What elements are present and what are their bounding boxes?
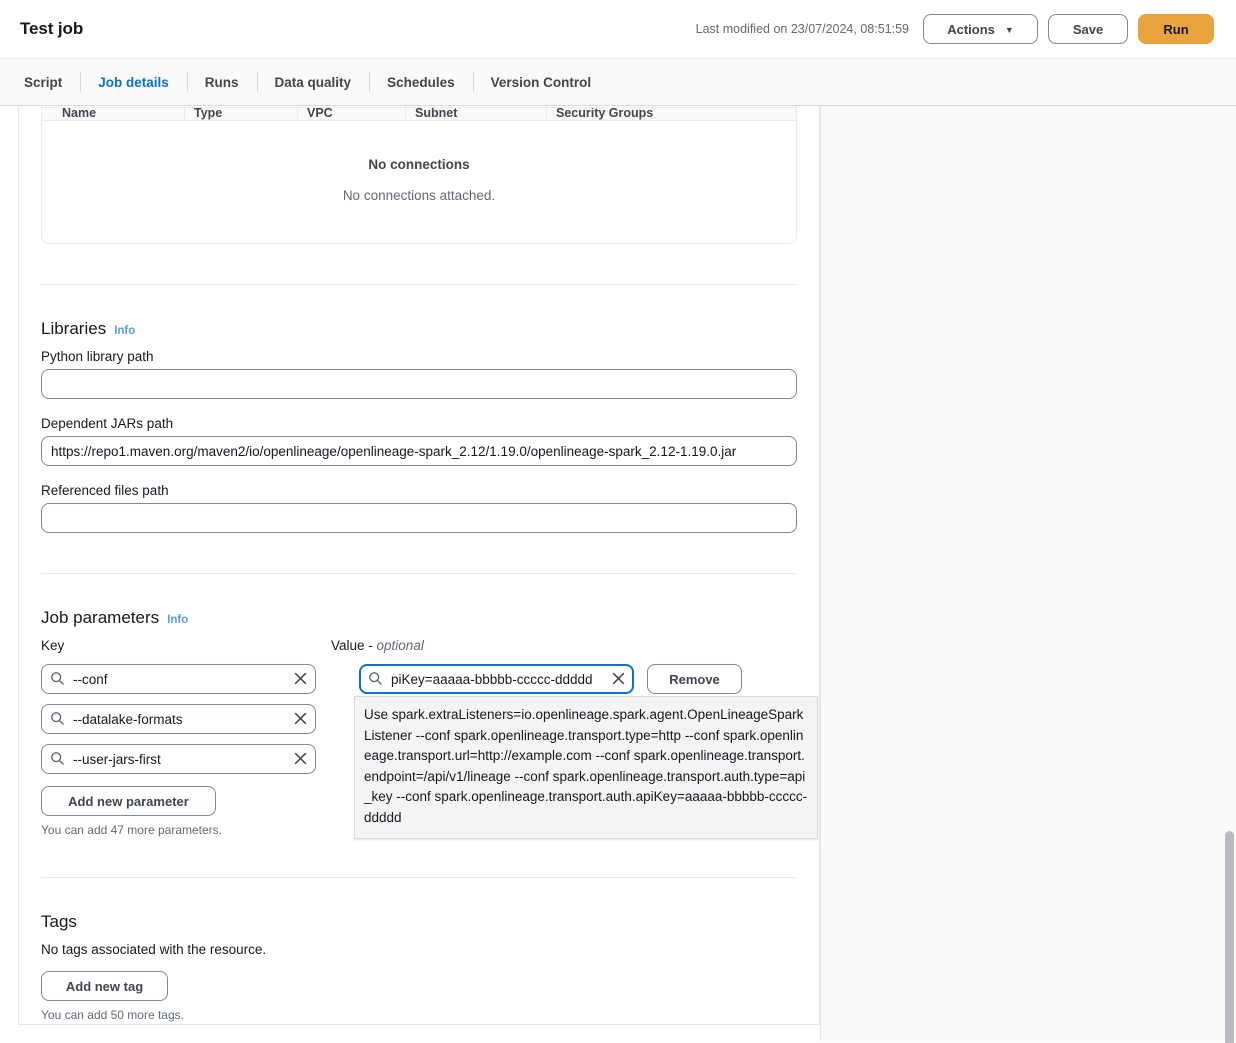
referenced-files-path-label: Referenced files path: [41, 483, 797, 498]
value-column-label: Value - optional: [331, 638, 424, 653]
connections-empty-state: No connections No connections attached.: [42, 121, 796, 243]
column-header-type: Type: [194, 108, 307, 120]
clear-icon[interactable]: [292, 750, 309, 767]
job-parameters-heading-label: Job parameters: [41, 608, 159, 628]
job-details-panel: Name Type VPC Subnet Security Groups No …: [18, 106, 820, 1025]
job-parameters-column-headers: Key Value - optional: [41, 638, 797, 658]
add-new-tag-button[interactable]: Add new tag: [41, 971, 168, 1001]
python-library-path-label: Python library path: [41, 349, 797, 364]
add-new-parameter-button[interactable]: Add new parameter: [41, 786, 216, 816]
parameter-value-input[interactable]: [359, 664, 634, 694]
header-actions: Last modified on 23/07/2024, 08:51:59 Ac…: [696, 14, 1214, 44]
python-library-path-input[interactable]: [41, 369, 797, 399]
page-scrollbar-thumb[interactable]: [1225, 831, 1234, 1043]
page-title: Test job: [20, 19, 83, 39]
tab-script[interactable]: Script: [6, 59, 80, 105]
value-column-optional-text: optional: [377, 638, 424, 653]
python-library-path-field: Python library path: [41, 349, 797, 399]
content-area: Name Type VPC Subnet Security Groups No …: [0, 106, 1236, 1041]
chevron-down-icon: ▼: [1005, 26, 1014, 35]
suggestion-option[interactable]: Use spark.extraListeners=io.openlineage.…: [364, 705, 808, 829]
job-parameter-row: Remove Use spark.extraListeners=io.openl…: [41, 664, 797, 694]
libraries-heading-label: Libraries: [41, 319, 106, 339]
job-parameters-heading: Job parameters Info: [41, 608, 797, 628]
job-parameters-section: Job parameters Info Key Value - optional: [41, 574, 797, 837]
parameter-key-field: [41, 744, 316, 774]
key-column-label: Key: [41, 638, 331, 653]
dependent-jars-path-label: Dependent JARs path: [41, 416, 797, 431]
tab-schedules[interactable]: Schedules: [369, 59, 473, 105]
parameter-value-field: [359, 664, 634, 694]
tab-runs[interactable]: Runs: [187, 59, 257, 105]
tags-section: Tags No tags associated with the resourc…: [41, 878, 797, 1022]
tab-version-control[interactable]: Version Control: [473, 59, 610, 105]
dependent-jars-path-input[interactable]: [41, 436, 797, 466]
tab-data-quality[interactable]: Data quality: [257, 59, 370, 105]
tags-heading: Tags: [41, 912, 797, 932]
libraries-heading: Libraries Info: [41, 319, 797, 339]
last-modified-text: Last modified on 23/07/2024, 08:51:59: [696, 22, 909, 36]
value-column-label-text: Value -: [331, 638, 377, 653]
connections-empty-text: No connections attached.: [42, 188, 796, 203]
right-side-pane: [820, 106, 1236, 1041]
column-header-subnet: Subnet: [415, 108, 556, 120]
column-header-name: Name: [62, 108, 194, 120]
parameter-key-input[interactable]: [41, 704, 316, 734]
connections-table: Name Type VPC Subnet Security Groups No …: [41, 107, 797, 244]
parameter-key-field: [41, 704, 316, 734]
referenced-files-path-field: Referenced files path: [41, 483, 797, 533]
clear-icon[interactable]: [292, 710, 309, 727]
run-button[interactable]: Run: [1138, 14, 1214, 44]
page-header: Test job Last modified on 23/07/2024, 08…: [0, 0, 1236, 58]
tags-empty-text: No tags associated with the resource.: [41, 942, 797, 957]
tags-hint: You can add 50 more tags.: [41, 1008, 797, 1022]
dependent-jars-path-field: Dependent JARs path: [41, 416, 797, 466]
save-button[interactable]: Save: [1048, 14, 1128, 44]
referenced-files-path-input[interactable]: [41, 503, 797, 533]
connections-table-header: Name Type VPC Subnet Security Groups: [42, 108, 796, 121]
value-suggestion-dropdown: Use spark.extraListeners=io.openlineage.…: [354, 696, 818, 839]
tab-bar: Script Job details Runs Data quality Sch…: [0, 58, 1236, 106]
parameter-key-field: [41, 664, 316, 694]
tags-heading-label: Tags: [41, 912, 77, 932]
libraries-info-link[interactable]: Info: [114, 325, 135, 337]
column-header-vpc: VPC: [307, 108, 415, 120]
page-scrollbar[interactable]: [1221, 106, 1236, 1041]
job-parameters-info-link[interactable]: Info: [167, 614, 188, 626]
column-header-security-groups: Security Groups: [556, 108, 706, 120]
actions-button[interactable]: Actions ▼: [923, 14, 1038, 44]
clear-icon[interactable]: [292, 670, 309, 687]
clear-icon[interactable]: [610, 670, 627, 687]
libraries-section: Libraries Info Python library path Depen…: [41, 285, 797, 533]
parameter-key-input[interactable]: [41, 744, 316, 774]
parameter-key-input[interactable]: [41, 664, 316, 694]
tab-job-details[interactable]: Job details: [80, 59, 187, 105]
connections-empty-title: No connections: [42, 157, 796, 172]
remove-parameter-button[interactable]: Remove: [647, 664, 742, 694]
actions-button-label: Actions: [947, 22, 995, 37]
